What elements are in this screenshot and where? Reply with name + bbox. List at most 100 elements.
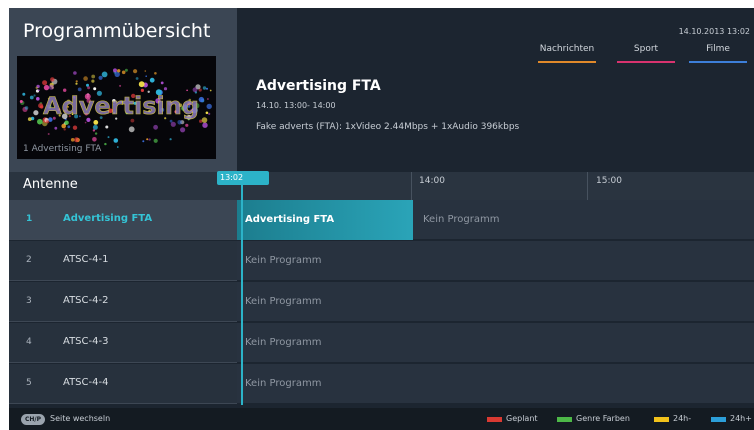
preview-dot xyxy=(177,120,182,125)
preview-dot xyxy=(105,125,109,129)
program-cell[interactable]: Kein Programm xyxy=(415,200,754,240)
preview-dot xyxy=(145,75,147,77)
program-cell[interactable]: Kein Programm xyxy=(237,323,754,363)
preview-dot xyxy=(67,125,71,129)
channel-row[interactable]: 4 ATSC-4-3 xyxy=(9,323,237,363)
legend-24h-minus[interactable]: 24h- xyxy=(673,414,691,423)
preview-dot xyxy=(202,122,208,128)
preview-dot xyxy=(47,133,50,135)
preview-dot xyxy=(113,68,117,73)
program-cell[interactable]: Advertising FTA xyxy=(237,200,413,240)
grid-row: Advertising FTA Kein Programm xyxy=(237,200,754,240)
grid-row: Kein Programm xyxy=(237,364,754,404)
channel-number: 3 xyxy=(26,296,32,306)
current-time-line xyxy=(241,185,243,405)
channel-row[interactable]: 1 Advertising FTA xyxy=(9,200,237,240)
time-slot-label: 15:00 xyxy=(596,176,622,186)
preview-dot xyxy=(186,89,188,92)
grid-row: Kein Programm xyxy=(237,323,754,363)
preview-dot xyxy=(93,87,97,91)
program-cell[interactable]: Kein Programm xyxy=(237,364,754,404)
legend-swatch-24h-plus xyxy=(711,417,726,422)
preview-dot xyxy=(202,86,207,90)
channel-number: 4 xyxy=(26,337,32,347)
current-time-badge: 13:02 xyxy=(217,171,269,185)
preview-dot xyxy=(149,77,155,83)
preview-dot xyxy=(91,79,95,83)
preview-dot xyxy=(42,80,48,86)
channel-number: 1 xyxy=(26,214,33,224)
preview-dot xyxy=(48,84,54,90)
category-news[interactable]: Nachrichten xyxy=(538,44,596,54)
channel-row[interactable]: 3 ATSC-4-2 xyxy=(9,282,237,322)
preview-dot xyxy=(121,70,126,75)
channel-row[interactable]: 5 ATSC-4-4 xyxy=(9,364,237,404)
channel-name: ATSC-4-2 xyxy=(63,295,109,306)
category-movies-bar xyxy=(689,61,747,63)
category-movies[interactable]: Filme xyxy=(689,44,747,54)
preview-dot xyxy=(92,137,97,142)
preview-dot xyxy=(84,121,87,124)
chp-key-icon[interactable]: CH/P xyxy=(21,414,45,425)
preview-dot xyxy=(185,123,189,127)
preview-dot xyxy=(133,69,138,74)
header-left-panel: Programmübersicht Advertising 1 Advertis… xyxy=(9,8,237,172)
legend-swatch-24h-minus xyxy=(654,417,669,422)
program-info-panel: 14.10.2013 13:02 Nachrichten Sport Filme… xyxy=(237,8,754,172)
legend-24h-plus[interactable]: 24h+ xyxy=(730,414,752,423)
preview-dot xyxy=(128,126,135,133)
category-news-bar xyxy=(538,61,596,63)
category-sport-bar xyxy=(617,61,675,63)
preview-dot xyxy=(22,92,26,96)
preview-dot xyxy=(63,128,66,131)
preview-dot xyxy=(209,89,212,92)
preview-dot xyxy=(50,77,55,82)
preview-dot xyxy=(201,117,208,123)
preview-dot xyxy=(101,71,108,78)
legend-scheduled[interactable]: Geplant xyxy=(506,414,538,423)
preview-dot xyxy=(86,83,89,87)
preview-dot xyxy=(73,71,77,75)
program-cell[interactable]: Kein Programm xyxy=(237,282,754,322)
channel-row[interactable]: 2 ATSC-4-1 xyxy=(9,241,237,281)
preview-dot xyxy=(144,70,147,72)
program-grid: Advertising FTA Kein Programm Kein Progr… xyxy=(237,200,754,405)
preview-dot xyxy=(205,111,209,115)
preview-dot xyxy=(208,112,211,115)
preview-dot xyxy=(170,121,176,127)
preview-dot xyxy=(92,124,98,130)
preview-dot xyxy=(148,138,151,141)
time-divider xyxy=(411,172,412,200)
program-title: Advertising FTA xyxy=(256,78,381,94)
preview-dot xyxy=(169,138,172,141)
preview-dot xyxy=(153,138,158,143)
channel-list: 1 Advertising FTA 2 ATSC-4-1 3 ATSC-4-2 … xyxy=(9,200,237,405)
grid-row: Kein Programm xyxy=(237,241,754,281)
channel-name: ATSC-4-3 xyxy=(63,336,109,347)
preview-dot xyxy=(54,126,58,130)
category-sport[interactable]: Sport xyxy=(617,44,675,54)
preview-dot xyxy=(43,84,50,91)
preview-dot xyxy=(153,124,159,130)
epg-screen: Programmübersicht Advertising 1 Advertis… xyxy=(9,8,754,430)
preview-dot xyxy=(160,81,164,85)
preview-dot xyxy=(38,89,40,92)
preview-dot xyxy=(92,129,96,132)
legend-swatch-genre xyxy=(557,417,572,422)
grid-row: Kein Programm xyxy=(237,282,754,322)
page-title: Programmübersicht xyxy=(23,20,211,42)
legend-genre-colors[interactable]: Genre Farben xyxy=(576,414,630,423)
preview-dot xyxy=(29,95,34,100)
preview-dot xyxy=(33,94,36,97)
preview-dot xyxy=(45,120,50,124)
footer-bar xyxy=(9,408,754,430)
preview-dot xyxy=(124,68,128,72)
program-cell[interactable]: Kein Programm xyxy=(237,241,754,281)
preview-dot xyxy=(207,98,209,100)
preview-dot xyxy=(37,118,43,125)
preview-dot xyxy=(72,125,78,130)
preview-dot xyxy=(135,77,139,80)
preview-dot xyxy=(117,69,121,73)
channel-name: ATSC-4-1 xyxy=(63,254,109,265)
time-ruler xyxy=(9,172,754,200)
